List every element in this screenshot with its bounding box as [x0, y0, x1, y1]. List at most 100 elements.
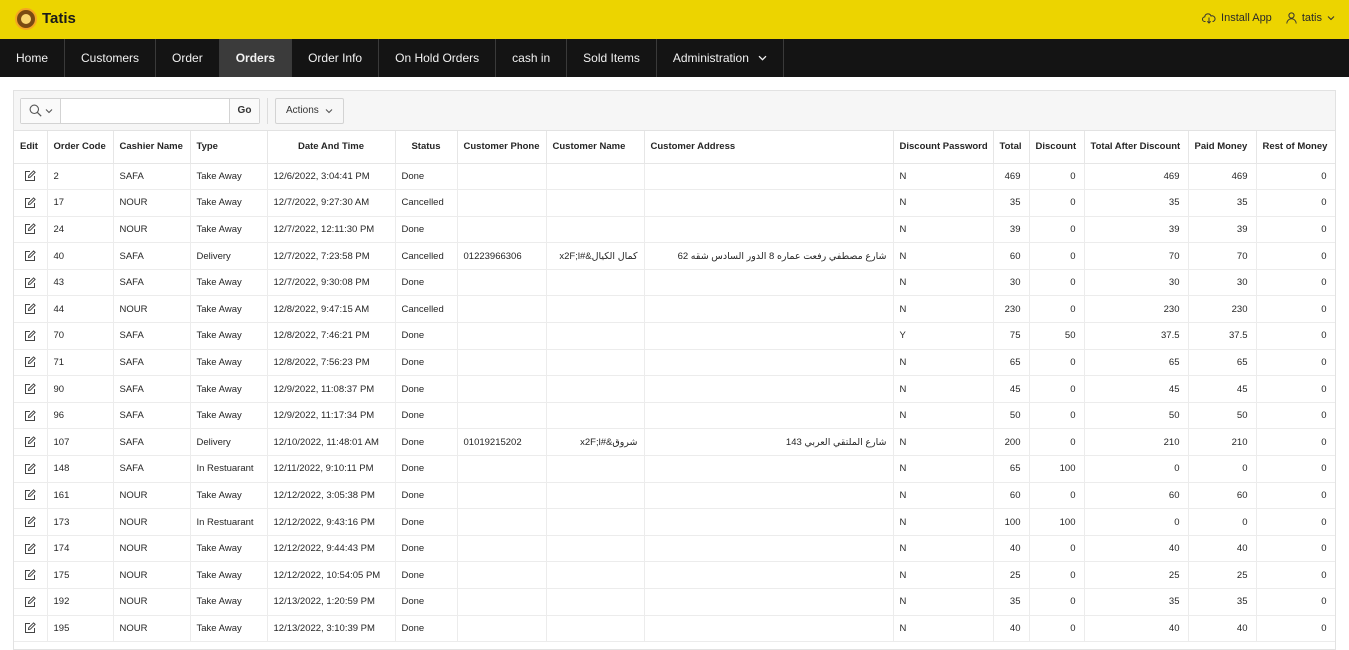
edit-icon[interactable] — [24, 542, 37, 555]
edit-icon[interactable] — [24, 516, 37, 528]
user-name: tatis — [1301, 12, 1322, 24]
edit-cell — [14, 375, 48, 403]
column-header-type[interactable]: Type — [190, 131, 268, 164]
column-header-status[interactable]: Status — [395, 131, 458, 164]
rest-of-money-cell: 0 — [1256, 508, 1335, 536]
column-header-date-and-time[interactable]: Date And Time — [267, 131, 396, 164]
customer-address-cell — [644, 269, 894, 297]
column-header-customer-address[interactable]: Customer Address — [644, 131, 894, 164]
customer-address-cell — [644, 349, 894, 377]
main-navigation: Home Customers Order Orders Order Info On Hol… — [0, 39, 1349, 77]
edit-icon[interactable] — [24, 489, 37, 501]
edit-icon[interactable] — [24, 622, 37, 634]
column-header-customer-name[interactable]: Customer Name — [546, 131, 645, 164]
type-cell: Take Away — [190, 349, 268, 377]
nav-item-order[interactable]: Order — [156, 39, 220, 77]
status-cell: Cancelled — [395, 295, 458, 324]
discount-cell: 0 — [1029, 588, 1085, 616]
column-header-cashier-name[interactable]: Cashier Name — [113, 131, 191, 164]
discount-password-cell: N — [893, 269, 994, 297]
search-input[interactable] — [61, 98, 229, 123]
nav-item-on-hold-orders[interactable]: On Hold Orders — [379, 39, 497, 77]
edit-icon[interactable] — [24, 436, 37, 448]
orders-table: Edit Order Code Cashier Name Type Date A… — [14, 131, 1335, 643]
customer-phone-cell — [457, 508, 547, 536]
cashier-name-cell: NOUR — [113, 561, 191, 589]
rest-of-money-cell: 0 — [1256, 588, 1335, 616]
discount-password-cell: N — [893, 216, 994, 244]
column-header-total-after-discount[interactable]: Total After Discount — [1084, 131, 1189, 164]
status-cell: Cancelled — [395, 189, 458, 217]
customer-address-cell — [644, 508, 894, 536]
nav-item-order-info[interactable]: Order Info — [292, 39, 380, 77]
type-cell: Take Away — [190, 588, 268, 616]
orders-report-region: Go Actions Edit Order Code Cashier Name … — [13, 90, 1336, 650]
edit-icon[interactable] — [24, 356, 37, 368]
user-menu[interactable]: tatis — [1286, 12, 1335, 24]
status-cell: Done — [395, 482, 458, 510]
table-row: 175 NOUR Take Away 12/12/2022, 10:54:05 PM D… — [14, 561, 1335, 589]
customer-phone-cell — [457, 615, 547, 643]
column-header-order-code[interactable]: Order Code — [47, 131, 114, 164]
edit-icon[interactable] — [24, 197, 37, 209]
nav-item-orders[interactable]: Orders — [219, 39, 293, 77]
edit-icon[interactable] — [24, 330, 37, 342]
nav-item-customers[interactable]: Customers — [65, 39, 157, 77]
edit-icon[interactable] — [24, 276, 37, 289]
discount-cell: 0 — [1029, 189, 1085, 217]
cashier-name-cell: NOUR — [113, 216, 191, 244]
install-app-button[interactable]: Install App — [1202, 12, 1272, 24]
column-header-paid-money[interactable]: Paid Money — [1188, 131, 1257, 164]
status-cell: Done — [395, 349, 458, 377]
column-header-rest-of-money[interactable]: Rest of Money — [1256, 131, 1335, 164]
date-and-time-cell: 12/6/2022, 3:04:41 PM — [267, 163, 396, 191]
edit-icon[interactable] — [24, 409, 37, 422]
edit-icon[interactable] — [24, 223, 37, 235]
table-row: 24 NOUR Take Away 12/7/2022, 12:11:30 PM Don… — [14, 216, 1335, 244]
column-header-total[interactable]: Total — [993, 131, 1030, 164]
edit-icon[interactable] — [24, 595, 37, 608]
column-header-discount[interactable]: Discount — [1029, 131, 1085, 164]
discount-cell: 0 — [1029, 561, 1085, 589]
edit-icon[interactable] — [24, 170, 37, 182]
rest-of-money-cell: 0 — [1256, 189, 1335, 217]
total-cell: 39 — [993, 216, 1030, 244]
order-code-cell: 195 — [47, 615, 114, 643]
edit-icon[interactable] — [24, 303, 37, 315]
nav-item-cash-in[interactable]: cash in — [496, 39, 568, 77]
discount-cell: 50 — [1029, 322, 1085, 350]
type-cell: Take Away — [190, 482, 268, 510]
cashier-name-cell: SAFA — [113, 402, 191, 430]
go-button[interactable]: Go — [229, 98, 259, 123]
chevron-down-icon — [325, 108, 333, 113]
status-cell: Done — [395, 588, 458, 616]
order-code-cell: 70 — [47, 322, 114, 350]
app-logo-icon[interactable] — [15, 8, 37, 30]
nav-item-home[interactable]: Home — [0, 39, 66, 77]
header-actions: Install App tatis — [1202, 12, 1335, 24]
date-and-time-cell: 12/10/2022, 11:48:01 AM — [267, 428, 396, 457]
actions-menu-button[interactable]: Actions — [275, 97, 344, 124]
app-title[interactable]: Tatis — [42, 10, 76, 27]
order-code-cell: 161 — [47, 482, 114, 510]
column-header-customer-phone[interactable]: Customer Phone — [457, 131, 547, 164]
search-column-selector[interactable] — [21, 98, 61, 123]
column-header-edit[interactable]: Edit — [14, 131, 48, 164]
discount-cell: 0 — [1029, 242, 1085, 270]
edit-icon[interactable] — [24, 383, 37, 395]
edit-icon[interactable] — [24, 463, 37, 475]
nav-item-sold-items[interactable]: Sold Items — [567, 39, 657, 77]
order-code-cell: 71 — [47, 349, 114, 377]
discount-password-cell: N — [893, 349, 994, 377]
nav-item-administration[interactable]: Administration — [657, 39, 784, 77]
total-after-discount-cell: 70 — [1084, 242, 1189, 270]
edit-icon[interactable] — [24, 569, 37, 581]
customer-name-cell: كمال الكيال&#x2F;l — [546, 242, 645, 270]
paid-money-cell: 40 — [1188, 535, 1257, 563]
cashier-name-cell: NOUR — [113, 588, 191, 616]
order-code-cell: 24 — [47, 216, 114, 244]
column-header-discount-password[interactable]: Discount Password — [893, 131, 994, 164]
total-after-discount-cell: 45 — [1084, 375, 1189, 403]
edit-icon[interactable] — [24, 250, 37, 262]
cashier-name-cell: SAFA — [113, 375, 191, 403]
